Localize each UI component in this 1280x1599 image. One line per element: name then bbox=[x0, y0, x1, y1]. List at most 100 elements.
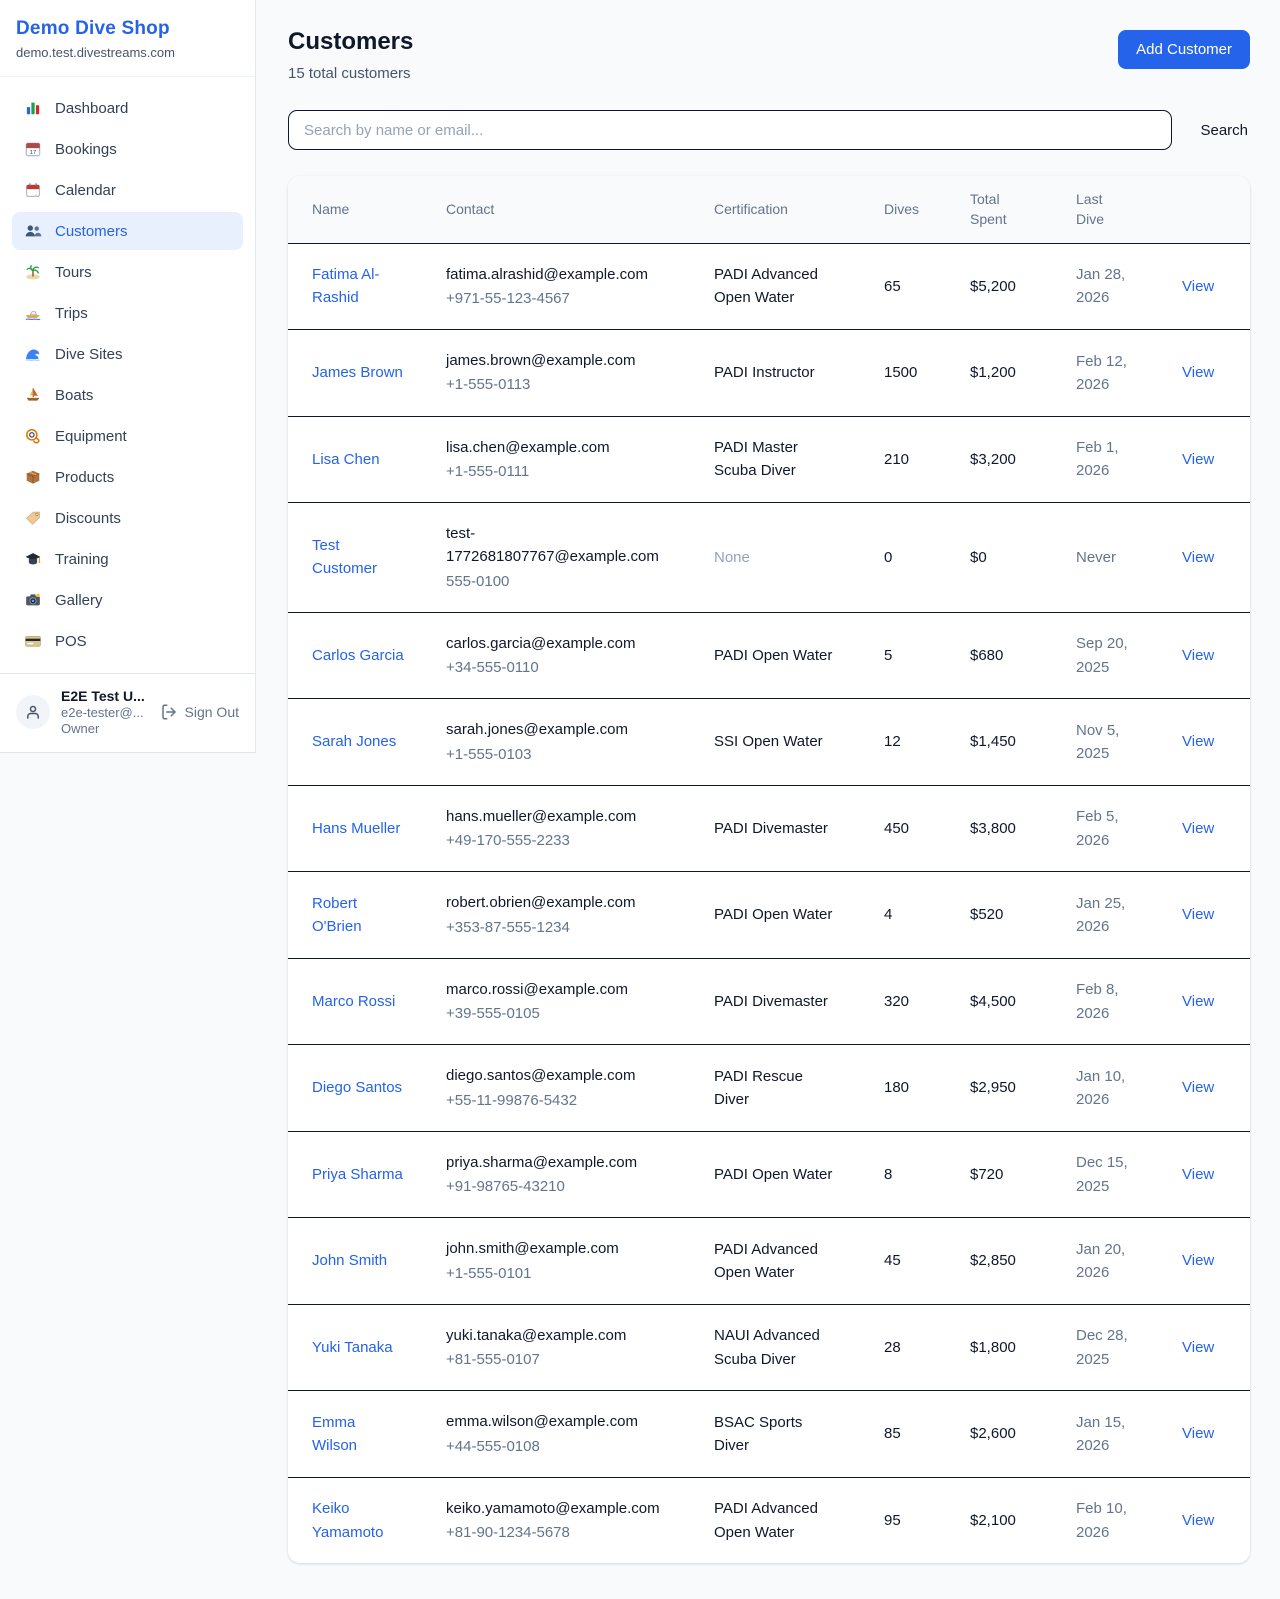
sidebar-item-calendar[interactable]: Calendar bbox=[12, 171, 243, 209]
customer-name-link[interactable]: Hans Mueller bbox=[312, 817, 400, 840]
customer-last-dive: Jan 20, 2026 bbox=[1076, 1238, 1150, 1285]
sidebar-item-equipment[interactable]: Equipment bbox=[12, 417, 243, 455]
customer-name-link[interactable]: Marco Rossi bbox=[312, 990, 395, 1013]
view-customer-link[interactable]: View bbox=[1182, 1512, 1214, 1529]
sidebar-item-bookings[interactable]: 17 Bookings bbox=[12, 130, 243, 168]
sign-out-button[interactable]: Sign Out bbox=[160, 703, 239, 721]
customer-last-dive: Nov 5, 2025 bbox=[1076, 719, 1150, 766]
customer-name-link[interactable]: James Brown bbox=[312, 361, 403, 384]
equipment-icon bbox=[24, 427, 42, 445]
table-row: Robert O'Brienrobert.obrien@example.com+… bbox=[288, 872, 1250, 959]
view-customer-link[interactable]: View bbox=[1182, 1425, 1214, 1442]
customer-phone: +55-11-99876-5432 bbox=[446, 1089, 690, 1112]
customer-dives: 12 bbox=[872, 699, 958, 786]
customer-name-link[interactable]: Priya Sharma bbox=[312, 1163, 403, 1186]
customer-dives: 450 bbox=[872, 785, 958, 872]
customer-phone: +44-555-0108 bbox=[446, 1435, 690, 1458]
view-customer-link[interactable]: View bbox=[1182, 906, 1214, 923]
customer-dives: 65 bbox=[872, 243, 958, 330]
customer-email: yuki.tanaka@example.com bbox=[446, 1324, 661, 1347]
page-header-text: Customers 15 total customers bbox=[288, 28, 413, 82]
sidebar-item-label: Trips bbox=[55, 305, 88, 322]
products-icon bbox=[24, 468, 42, 486]
sidebar-item-label: Bookings bbox=[55, 141, 117, 158]
sidebar-item-tours[interactable]: Tours bbox=[12, 253, 243, 291]
user-section: E2E Test U... e2e-tester@... Owner Sign … bbox=[0, 673, 255, 752]
customer-total-spent: $1,800 bbox=[958, 1304, 1064, 1391]
customer-certification: PADI Instructor bbox=[714, 361, 815, 384]
customer-name-link[interactable]: Fatima Al-Rashid bbox=[312, 263, 404, 310]
training-icon bbox=[24, 550, 42, 568]
sidebar-item-discounts[interactable]: Discounts bbox=[12, 499, 243, 537]
view-customer-link[interactable]: View bbox=[1182, 451, 1214, 468]
view-customer-link[interactable]: View bbox=[1182, 1339, 1214, 1356]
sidebar-item-training[interactable]: Training bbox=[12, 540, 243, 578]
view-customer-link[interactable]: View bbox=[1182, 278, 1214, 295]
calendar-icon bbox=[24, 181, 42, 199]
column-header-last-dive: Last Dive bbox=[1064, 176, 1170, 243]
sidebar-item-dashboard[interactable]: Dashboard bbox=[12, 89, 243, 127]
customer-name-link[interactable]: Diego Santos bbox=[312, 1076, 402, 1099]
sidebar-item-pos[interactable]: POS bbox=[12, 622, 243, 660]
customer-dives: 1500 bbox=[872, 330, 958, 417]
view-customer-link[interactable]: View bbox=[1182, 1079, 1214, 1096]
customer-name-link[interactable]: John Smith bbox=[312, 1249, 387, 1272]
customer-name-link[interactable]: Test Customer bbox=[312, 534, 404, 581]
sidebar-item-dive-sites[interactable]: Dive Sites bbox=[12, 335, 243, 373]
customer-certification: PADI Advanced Open Water bbox=[714, 1238, 836, 1285]
sidebar-item-trips[interactable]: Trips bbox=[12, 294, 243, 332]
view-customer-link[interactable]: View bbox=[1182, 364, 1214, 381]
sidebar-item-label: Gallery bbox=[55, 592, 103, 609]
customer-total-spent: $3,800 bbox=[958, 785, 1064, 872]
sidebar-item-label: Dashboard bbox=[55, 100, 128, 117]
view-customer-link[interactable]: View bbox=[1182, 993, 1214, 1010]
customer-name-link[interactable]: Lisa Chen bbox=[312, 448, 380, 471]
view-customer-link[interactable]: View bbox=[1182, 733, 1214, 750]
customer-phone: +1-555-0111 bbox=[446, 460, 690, 483]
customer-total-spent: $5,200 bbox=[958, 243, 1064, 330]
customer-name-link[interactable]: Carlos Garcia bbox=[312, 644, 404, 667]
bookings-icon: 17 bbox=[24, 140, 42, 158]
table-row: Diego Santosdiego.santos@example.com+55-… bbox=[288, 1045, 1250, 1132]
customer-dives: 210 bbox=[872, 416, 958, 503]
svg-text:17: 17 bbox=[30, 150, 37, 156]
add-customer-button[interactable]: Add Customer bbox=[1118, 30, 1250, 69]
sidebar-item-label: Products bbox=[55, 469, 114, 486]
view-customer-link[interactable]: View bbox=[1182, 647, 1214, 664]
customer-dives: 85 bbox=[872, 1391, 958, 1478]
view-customer-link[interactable]: View bbox=[1182, 1166, 1214, 1183]
discounts-icon bbox=[24, 509, 42, 527]
customer-phone: +1-555-0103 bbox=[446, 743, 690, 766]
search-input[interactable] bbox=[288, 110, 1172, 150]
sidebar-item-label: Dive Sites bbox=[55, 346, 123, 363]
customer-certification: PADI Advanced Open Water bbox=[714, 1497, 836, 1544]
sidebar: Demo Dive Shop demo.test.divestreams.com… bbox=[0, 0, 256, 753]
customer-total-spent: $1,200 bbox=[958, 330, 1064, 417]
customer-last-dive: Jan 10, 2026 bbox=[1076, 1065, 1150, 1112]
customer-last-dive: Feb 8, 2026 bbox=[1076, 978, 1150, 1025]
customer-name-link[interactable]: Yuki Tanaka bbox=[312, 1336, 393, 1359]
customer-name-link[interactable]: Robert O'Brien bbox=[312, 892, 404, 939]
sidebar-item-products[interactable]: Products bbox=[12, 458, 243, 496]
customer-last-dive: Jan 28, 2026 bbox=[1076, 263, 1150, 310]
column-header-certification: Certification bbox=[702, 176, 872, 243]
customer-name-link[interactable]: Emma Wilson bbox=[312, 1411, 404, 1458]
view-customer-link[interactable]: View bbox=[1182, 549, 1214, 566]
customer-name-link[interactable]: Keiko Yamamoto bbox=[312, 1497, 404, 1544]
view-customer-link[interactable]: View bbox=[1182, 1252, 1214, 1269]
customer-email: carlos.garcia@example.com bbox=[446, 632, 661, 655]
customer-total-spent: $0 bbox=[958, 503, 1064, 613]
customer-name-link[interactable]: Sarah Jones bbox=[312, 730, 396, 753]
view-customer-link[interactable]: View bbox=[1182, 820, 1214, 837]
customer-email: test-1772681807767@example.com bbox=[446, 522, 661, 569]
sidebar-item-customers[interactable]: Customers bbox=[12, 212, 243, 250]
brand: Demo Dive Shop demo.test.divestreams.com bbox=[0, 0, 255, 77]
sidebar-item-label: Training bbox=[55, 551, 109, 568]
customer-total-spent: $520 bbox=[958, 872, 1064, 959]
customer-certification: PADI Divemaster bbox=[714, 817, 828, 840]
customer-certification: PADI Divemaster bbox=[714, 990, 828, 1013]
sidebar-item-boats[interactable]: Boats bbox=[12, 376, 243, 414]
search-button[interactable]: Search bbox=[1198, 116, 1250, 145]
sidebar-item-gallery[interactable]: Gallery bbox=[12, 581, 243, 619]
customer-dives: 28 bbox=[872, 1304, 958, 1391]
